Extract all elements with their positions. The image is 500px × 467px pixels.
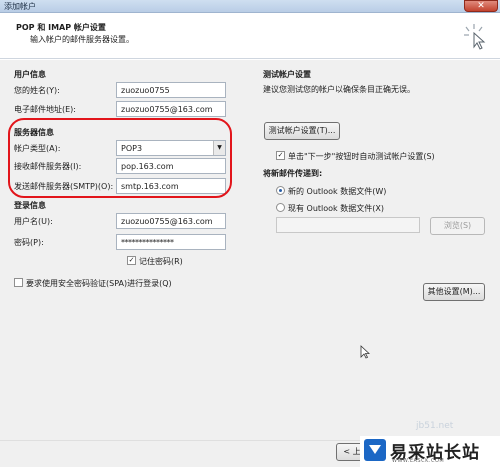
deliver-heading: 将新邮件传递到: bbox=[263, 169, 323, 178]
username-label: 用户名(U): bbox=[14, 217, 53, 226]
page-title: POP 和 IMAP 帐户设置 bbox=[16, 23, 106, 32]
logo-url: WWW.EASCK.COM bbox=[392, 458, 445, 464]
username-field[interactable]: zuozuo0755@163.com bbox=[116, 213, 226, 229]
existing-data-file-label: 现有 Outlook 数据文件(X) bbox=[288, 204, 384, 213]
close-icon: ✕ bbox=[477, 1, 485, 11]
logo-mark-icon bbox=[364, 439, 386, 461]
click-pointer-icon bbox=[464, 24, 486, 50]
highlight-annotation bbox=[8, 118, 232, 198]
spa-checkbox[interactable] bbox=[14, 278, 23, 287]
email-field[interactable]: zuozuo0755@163.com bbox=[116, 101, 226, 117]
name-field[interactable]: zuozuo0755 bbox=[116, 82, 226, 98]
auto-test-checkbox[interactable]: ✓ bbox=[276, 151, 285, 160]
test-settings-heading: 测试帐户设置 bbox=[263, 70, 311, 79]
more-settings-button[interactable]: 其他设置(M)... bbox=[423, 283, 485, 301]
spa-label: 要求使用安全密码验证(SPA)进行登录(Q) bbox=[26, 279, 172, 288]
radio-selected-dot bbox=[279, 189, 282, 192]
new-data-file-radio[interactable] bbox=[276, 186, 285, 195]
dialog-body bbox=[0, 60, 500, 440]
page-subtitle: 输入帐户的邮件服务器设置。 bbox=[30, 35, 134, 44]
window-titlebar: 添加帐户 ✕ bbox=[0, 0, 500, 13]
name-label: 您的姓名(Y): bbox=[14, 86, 60, 95]
data-file-path-field[interactable] bbox=[276, 217, 420, 233]
auto-test-label: 单击"下一步"按钮时自动测试帐户设置(S) bbox=[288, 152, 435, 161]
test-settings-description: 建议您测试您的帐户以确保条目正确无误。 bbox=[263, 85, 415, 94]
existing-data-file-radio[interactable] bbox=[276, 203, 285, 212]
email-label: 电子邮件地址(E): bbox=[14, 105, 76, 114]
logon-info-heading: 登录信息 bbox=[14, 201, 46, 210]
close-button[interactable]: ✕ bbox=[464, 0, 498, 12]
browse-button[interactable]: 浏览(S) bbox=[430, 217, 485, 235]
window-title: 添加帐户 bbox=[4, 2, 36, 11]
remember-password-checkbox[interactable]: ✓ bbox=[127, 256, 136, 265]
new-data-file-label: 新的 Outlook 数据文件(W) bbox=[288, 187, 387, 196]
password-label: 密码(P): bbox=[14, 238, 44, 247]
user-info-heading: 用户信息 bbox=[14, 70, 46, 79]
watermark: jb51.net bbox=[416, 421, 454, 431]
dialog-header: POP 和 IMAP 帐户设置 输入帐户的邮件服务器设置。 bbox=[0, 13, 500, 59]
test-account-settings-button[interactable]: 测试帐户设置(T)... bbox=[264, 122, 340, 140]
mouse-pointer-icon bbox=[360, 345, 370, 359]
password-field[interactable]: *************** bbox=[116, 234, 226, 250]
site-logo: 易采站长站 WWW.EASCK.COM bbox=[360, 436, 500, 467]
remember-password-label: 记住密码(R) bbox=[139, 257, 183, 266]
